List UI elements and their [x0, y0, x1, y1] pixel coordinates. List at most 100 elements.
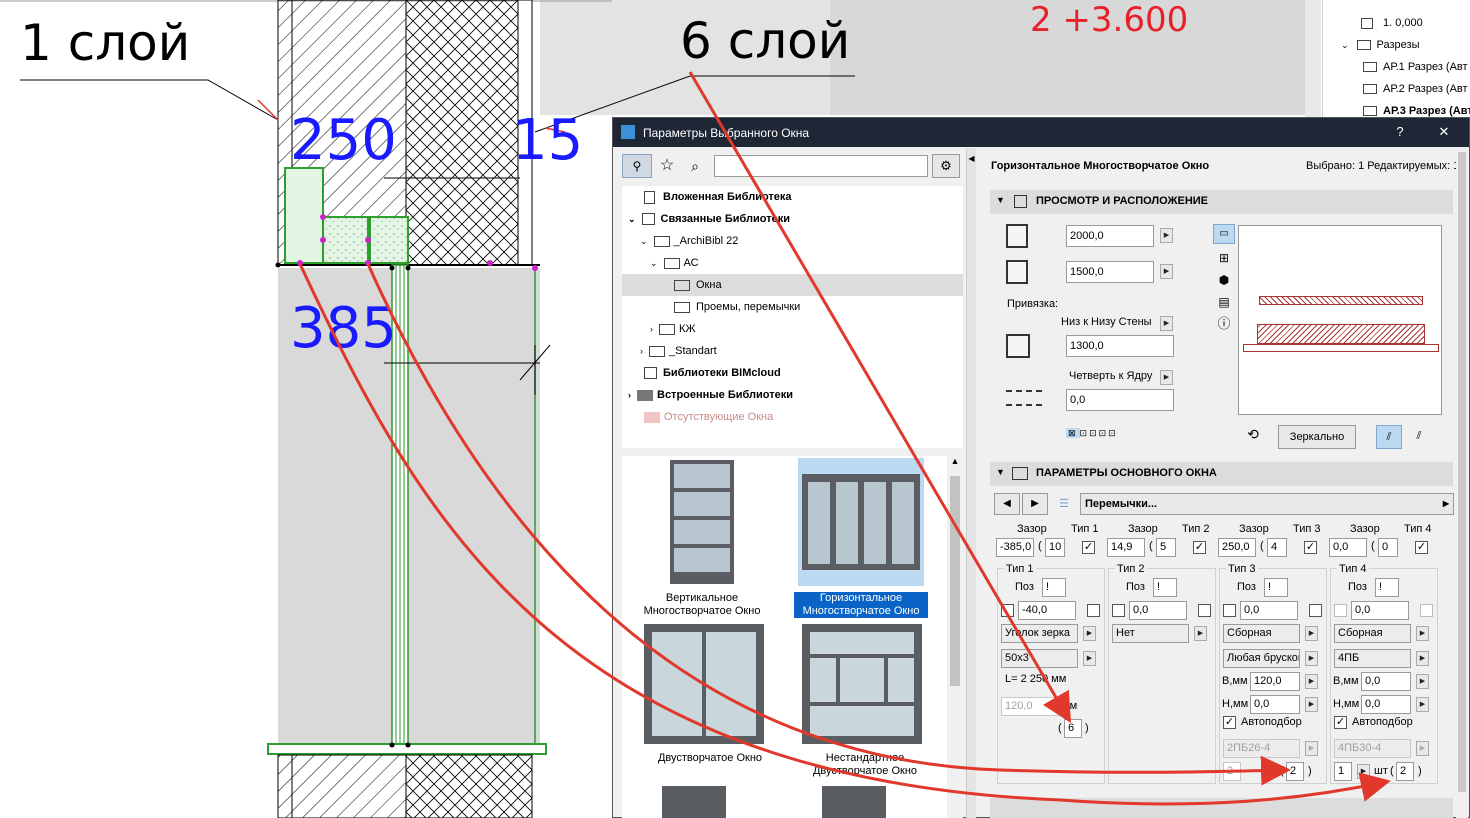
tree-item-section-ar1[interactable]: АР.1 Разрез (Авт — [1363, 56, 1468, 78]
type-3-pos-field[interactable]: ! — [1264, 578, 1288, 597]
type-1-kind-arrow[interactable]: ▶ — [1083, 626, 1096, 641]
elevation-view-icon[interactable]: ▤ — [1213, 292, 1235, 312]
chevron-right-icon[interactable]: › — [628, 390, 631, 400]
library-item-bimcloud[interactable]: Библиотеки BIMcloud — [622, 362, 963, 384]
anchor-value-field[interactable]: 1300,0 — [1066, 335, 1174, 357]
plan-view-icon[interactable]: ▭ — [1213, 224, 1235, 244]
type-3-offset-field[interactable]: 0,0 — [1240, 601, 1298, 620]
settings-scrollbar[interactable] — [1456, 148, 1468, 818]
mirror-button[interactable]: Зеркально — [1278, 425, 1356, 449]
type-1-count-field[interactable]: 10 — [1045, 538, 1065, 557]
type-3-h-field[interactable]: 0,0 — [1250, 695, 1300, 714]
library-item-missing[interactable]: Отсутствующие Окна — [622, 406, 963, 428]
type-1-count-value-field[interactable]: 6 — [1064, 719, 1082, 738]
type-4-profile-arrow[interactable]: ▶ — [1416, 651, 1429, 666]
type-4-kind-arrow[interactable]: ▶ — [1416, 626, 1429, 641]
type-2-offset-checkbox-2[interactable] — [1198, 604, 1211, 617]
page-select[interactable]: Перемычки... ▶ — [1080, 493, 1454, 515]
type-2-checkbox[interactable]: ✓ — [1193, 541, 1206, 554]
tree-item-sections[interactable]: ⌄ Разрезы — [1341, 34, 1420, 56]
type-2-pos-field[interactable]: ! — [1153, 578, 1177, 597]
type-4-b-arrow[interactable]: ▶ — [1416, 674, 1429, 689]
next-section-header[interactable] — [990, 798, 1453, 818]
type-4-offset-checkbox[interactable] — [1334, 604, 1347, 617]
type-4-h-field[interactable]: 0,0 — [1361, 695, 1411, 714]
library-item-embedded[interactable]: Вложенная Библиотека — [622, 186, 963, 208]
reveal-options-bar[interactable]: ⊠ ⊡⊡⊡⊡ — [1066, 428, 1150, 444]
help-button[interactable]: ? — [1389, 122, 1411, 142]
thumbnail-double-sash[interactable]: Двустворчатое Окно — [630, 624, 774, 774]
type-3-qty-a-field[interactable]: 2 — [1223, 762, 1241, 781]
search-icon[interactable]: ⌕ — [684, 154, 706, 178]
type-3-qty-b-field[interactable]: 2 — [1286, 762, 1304, 781]
library-item-kzh[interactable]: › КЖ — [622, 318, 963, 340]
collapse-left-icon[interactable]: ◀ — [967, 154, 976, 163]
library-item-archibibl[interactable]: ⌄ _ArchiBibl 22 — [622, 230, 963, 252]
library-item-windows[interactable]: Окна — [622, 274, 963, 296]
type-3-kind-select[interactable]: Сборная — [1223, 624, 1300, 643]
panel-splitter[interactable]: ◀ — [966, 148, 976, 818]
library-item-builtin[interactable]: › Встроенные Библиотеки — [622, 384, 963, 406]
library-item-openings[interactable]: Проемы, перемычки — [622, 296, 963, 318]
type-3-profile-select[interactable]: Любая брусков — [1223, 649, 1300, 668]
type-4-b-field[interactable]: 0,0 — [1361, 672, 1411, 691]
library-item-as[interactable]: ⌄ АС — [622, 252, 963, 274]
page-tree-icon[interactable]: ☰ — [1052, 493, 1076, 515]
library-item-standart[interactable]: › _Standart — [622, 340, 963, 362]
thumbnail-custom-double-sash[interactable]: Нестандартное Двустворчатое Окно — [790, 624, 940, 777]
next-page-button[interactable]: ▶ — [1022, 493, 1048, 515]
gap-2-field[interactable]: 14,9 — [1107, 538, 1145, 557]
chevron-down-icon[interactable]: ⌄ — [650, 258, 658, 268]
reveal-mode-arrow-button[interactable]: ▶ — [1160, 370, 1173, 385]
opening-side-left-icon[interactable]: ⫽ — [1376, 425, 1402, 449]
library-browse-icon[interactable]: ⚲ — [622, 154, 652, 178]
reveal-option-1-icon[interactable]: ⊠ — [1066, 428, 1080, 438]
info-icon[interactable]: ⓘ — [1213, 314, 1235, 334]
type-1-profile-arrow[interactable]: ▶ — [1083, 651, 1096, 666]
type-4-offset-checkbox-2[interactable] — [1420, 604, 1433, 617]
gear-icon[interactable]: ⚙ — [932, 154, 960, 178]
gap-1-field[interactable]: -385,0 — [996, 538, 1034, 557]
close-button[interactable]: ✕ — [1433, 122, 1455, 142]
type-3-auto-checkbox[interactable]: ✓ — [1223, 716, 1236, 729]
type-4-count-field[interactable]: 0 — [1378, 538, 1398, 557]
tree-item-floor[interactable]: 1. 0,000 — [1361, 12, 1423, 34]
type-2-count-field[interactable]: 5 — [1156, 538, 1176, 557]
type-4-qty-arrow[interactable]: ▶ — [1357, 764, 1370, 779]
prev-page-button[interactable]: ◀ — [994, 493, 1020, 515]
chevron-right-icon[interactable]: › — [640, 346, 643, 356]
type-3-kind-arrow[interactable]: ▶ — [1305, 626, 1318, 641]
type-1-offset-field[interactable]: -40,0 — [1018, 601, 1076, 620]
scroll-up-icon[interactable]: ▲ — [947, 456, 963, 466]
chevron-down-icon[interactable]: ▼ — [996, 195, 1005, 205]
type-3-b-arrow[interactable]: ▶ — [1305, 674, 1318, 689]
library-search-input[interactable] — [714, 155, 928, 177]
3d-view-icon[interactable]: ⬢ — [1213, 270, 1235, 290]
chevron-down-icon[interactable]: ⌄ — [628, 214, 636, 224]
type-4-pos-field[interactable]: ! — [1375, 578, 1399, 597]
type-4-auto-checkbox[interactable]: ✓ — [1334, 716, 1347, 729]
thumbnail-horizontal-multisash[interactable]: Горизонтальное Многостворчатое Окно — [794, 458, 930, 618]
type-4-kind-select[interactable]: Сборная — [1334, 624, 1411, 643]
section-view-icon[interactable]: ⊞ — [1213, 248, 1235, 268]
type-3-count-field[interactable]: 4 — [1267, 538, 1287, 557]
scroll-thumb[interactable] — [1458, 152, 1466, 792]
width-field[interactable]: 2000,0 — [1066, 225, 1154, 247]
gap-4-field[interactable]: 0,0 — [1329, 538, 1367, 557]
library-item-linked[interactable]: ⌄ Связанные Библиотеки — [622, 208, 963, 230]
type-1-pos-field[interactable]: ! — [1042, 578, 1066, 597]
type-3-b-field[interactable]: 120,0 — [1250, 672, 1300, 691]
type-3-offset-checkbox-2[interactable] — [1309, 604, 1322, 617]
chevron-down-icon[interactable]: ⌄ — [1341, 40, 1349, 50]
type-1-offset-checkbox[interactable] — [1001, 604, 1014, 617]
type-2-offset-field[interactable]: 0,0 — [1129, 601, 1187, 620]
type-2-offset-checkbox[interactable] — [1112, 604, 1125, 617]
opening-side-right-icon[interactable]: ⫽ — [1406, 425, 1432, 449]
type-4-qty-b-field[interactable]: 2 — [1396, 762, 1414, 781]
height-arrow-button[interactable]: ▶ — [1160, 264, 1173, 279]
type-3-h-arrow[interactable]: ▶ — [1305, 697, 1318, 712]
type-4-h-arrow[interactable]: ▶ — [1416, 697, 1429, 712]
tree-item-section-ar2[interactable]: АР.2 Разрез (Авт — [1363, 78, 1468, 100]
type-1-checkbox[interactable]: ✓ — [1082, 541, 1095, 554]
reveal-option-icon[interactable]: ⊡⊡⊡⊡ — [1080, 428, 1118, 438]
